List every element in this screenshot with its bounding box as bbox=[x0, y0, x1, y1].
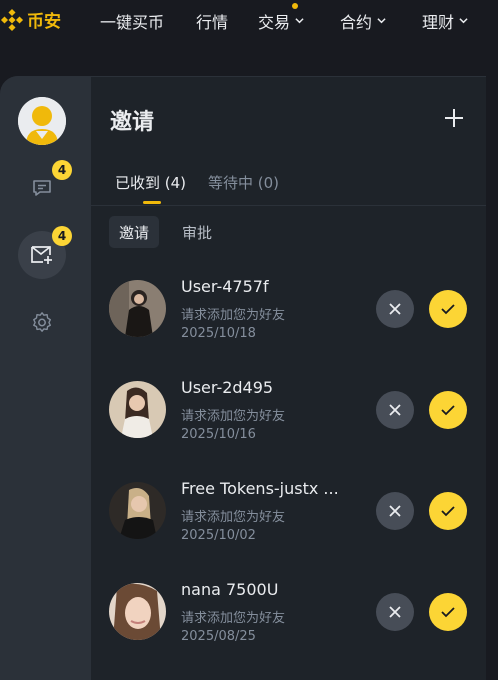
close-icon bbox=[389, 606, 401, 618]
check-icon bbox=[441, 304, 455, 315]
invite-row: User-4757f 请求添加您为好友 2025/10/18 bbox=[109, 277, 469, 360]
brand-name: 币安 bbox=[27, 12, 61, 32]
user-photo bbox=[109, 280, 166, 337]
chat-badge: 4 bbox=[52, 160, 72, 180]
panel-edge bbox=[486, 76, 498, 680]
accept-button[interactable] bbox=[429, 593, 467, 631]
invite-name: User-2d495 bbox=[181, 378, 274, 397]
nav-item-markets[interactable]: 行情 bbox=[196, 9, 228, 33]
page-title: 邀请 bbox=[110, 110, 155, 135]
user-avatar[interactable] bbox=[109, 381, 166, 438]
accept-button[interactable] bbox=[429, 391, 467, 429]
segment-invites[interactable]: 邀请 bbox=[109, 216, 160, 248]
sidebar-rail bbox=[0, 76, 90, 680]
mail-add-icon bbox=[31, 246, 52, 264]
user-photo bbox=[109, 482, 166, 539]
invite-message: 请求添加您为好友 bbox=[181, 510, 286, 525]
invite-name: Free Tokens-justx ... bbox=[181, 479, 339, 498]
accept-button[interactable] bbox=[429, 492, 467, 530]
user-photo bbox=[109, 381, 166, 438]
settings-icon bbox=[33, 312, 52, 332]
invites-badge: 4 bbox=[52, 226, 72, 246]
nav-item-earn[interactable]: 理财 bbox=[422, 9, 468, 33]
reject-button[interactable] bbox=[376, 391, 414, 429]
tabs-divider bbox=[91, 205, 486, 206]
tab-active-indicator bbox=[143, 201, 161, 204]
nav-item-futures[interactable]: 合约 bbox=[340, 9, 386, 33]
add-friend-button[interactable] bbox=[443, 107, 465, 129]
reject-button[interactable] bbox=[376, 593, 414, 631]
sidebar-item-settings[interactable] bbox=[31, 311, 53, 337]
invite-date: 2025/10/18 bbox=[181, 326, 256, 341]
tab-received[interactable]: 已收到 (4) bbox=[115, 172, 186, 193]
accept-button[interactable] bbox=[429, 290, 467, 328]
sidebar-item-invites-icon bbox=[30, 244, 54, 270]
chevron-down-icon bbox=[295, 17, 304, 23]
nav-item-label: 一键买币 bbox=[100, 13, 165, 32]
reject-button[interactable] bbox=[376, 290, 414, 328]
nav-item-buy-crypto[interactable]: 一键买币 bbox=[100, 9, 164, 33]
user-avatar[interactable] bbox=[109, 583, 166, 640]
sidebar-item-chat[interactable] bbox=[31, 177, 53, 203]
rail-divider bbox=[90, 76, 91, 680]
invite-date: 2025/08/25 bbox=[181, 629, 256, 644]
nav-item-label: 交易 bbox=[258, 13, 291, 32]
chevron-down-icon bbox=[377, 17, 386, 23]
brand-logo[interactable]: 币安 bbox=[0, 7, 61, 32]
notification-dot bbox=[292, 3, 298, 9]
close-icon bbox=[389, 404, 401, 416]
invite-date: 2025/10/16 bbox=[181, 427, 256, 442]
avatar-icon bbox=[18, 97, 66, 145]
chat-icon bbox=[33, 180, 51, 196]
check-icon bbox=[441, 506, 455, 517]
plus-icon bbox=[445, 109, 463, 127]
user-avatar[interactable] bbox=[109, 482, 166, 539]
chevron-down-icon bbox=[459, 17, 468, 23]
top-navigation: 币安 一键买币 行情 交易 合约 理财 bbox=[0, 0, 498, 40]
nav-item-label: 合约 bbox=[340, 13, 373, 32]
my-avatar[interactable] bbox=[18, 97, 66, 145]
user-avatar[interactable] bbox=[109, 280, 166, 337]
nav-item-label: 行情 bbox=[196, 13, 229, 32]
invite-name: nana 7500U bbox=[181, 580, 279, 599]
check-icon bbox=[441, 607, 455, 618]
close-icon bbox=[389, 505, 401, 517]
nav-item-label: 理财 bbox=[422, 13, 455, 32]
invite-message: 请求添加您为好友 bbox=[181, 308, 286, 323]
nav-item-trade[interactable]: 交易 bbox=[258, 9, 304, 33]
tab-pending[interactable]: 等待中 (0) bbox=[208, 172, 279, 193]
invite-name: User-4757f bbox=[181, 277, 269, 296]
user-photo bbox=[109, 583, 166, 640]
close-icon bbox=[389, 303, 401, 315]
invite-message: 请求添加您为好友 bbox=[181, 409, 286, 424]
check-icon bbox=[441, 405, 455, 416]
segment-approvals[interactable]: 审批 bbox=[172, 216, 222, 248]
invite-row: Free Tokens-justx ... 请求添加您为好友 2025/10/0… bbox=[109, 479, 469, 562]
invite-row: User-2d495 请求添加您为好友 2025/10/16 bbox=[109, 378, 469, 461]
invite-row: nana 7500U 请求添加您为好友 2025/08/25 bbox=[109, 580, 469, 663]
invite-date: 2025/10/02 bbox=[181, 528, 256, 543]
invite-message: 请求添加您为好友 bbox=[181, 611, 286, 626]
binance-logo-icon bbox=[0, 8, 24, 31]
reject-button[interactable] bbox=[376, 492, 414, 530]
